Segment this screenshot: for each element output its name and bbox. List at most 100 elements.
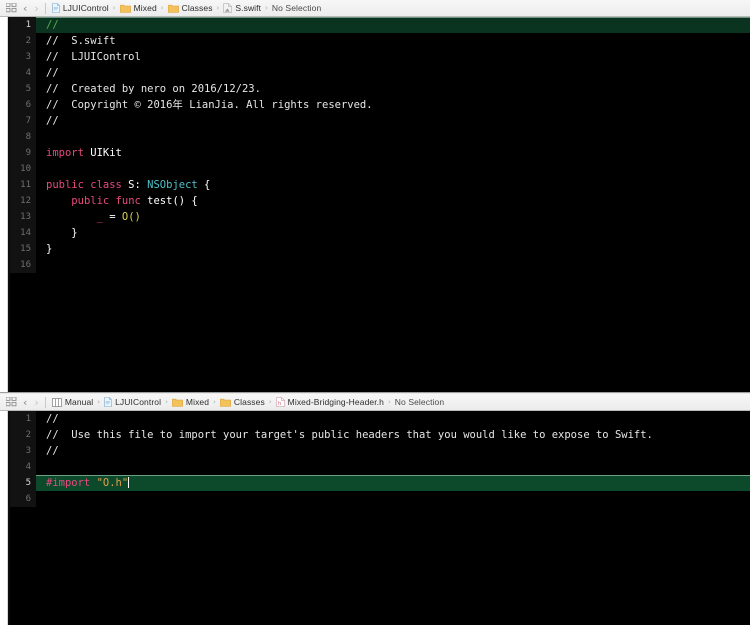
breadcrumb-item-label: Classes [234,397,265,407]
breadcrumb-item-classes[interactable]: Classes [167,3,214,13]
code-line[interactable]: 15} [10,241,750,257]
line-number: 11 [10,177,36,193]
code-token: public func [71,195,141,207]
code-line[interactable]: 6// Copyright © 2016年 LianJia. All right… [10,97,750,113]
code-line-text: // Use this file to import your target's… [36,427,653,443]
folder-icon [220,398,231,407]
line-number: 6 [10,491,36,507]
breadcrumb-item-label: S.swift [235,3,261,13]
code-token [46,195,71,207]
top-editor-left-rail[interactable] [0,17,8,392]
code-line[interactable]: 16 [10,257,750,273]
forward-arrow-icon[interactable]: › [33,397,39,408]
code-token: { [198,179,211,191]
code-token: } [46,227,78,239]
code-line[interactable]: 5#import "O.h" [10,475,750,491]
bottom-editor-pane: 1 // 2// Use this file to import your targ… [0,411,750,625]
code-line-text: } [36,241,52,257]
code-token: // [46,67,59,79]
code-line[interactable]: 5// Created by nero on 2016/12/23. [10,81,750,97]
code-line[interactable]: 4 [10,459,750,475]
breadcrumb-item-manual[interactable]: Manual [51,397,94,407]
line-number: 2 [10,427,36,443]
breadcrumb-item-no-selection[interactable]: No Selection [394,397,445,407]
breadcrumb-item-no-selection[interactable]: No Selection [271,3,322,13]
line-number: 12 [10,193,36,209]
breadcrumb-item-mixed[interactable]: Mixed [171,397,210,407]
code-line-text: // [36,443,59,459]
breadcrumb-chevron-icon: › [158,4,167,12]
line-number: 14 [10,225,36,241]
breadcrumb-chevron-icon: › [385,398,394,406]
code-line[interactable]: 9import UIKit [10,145,750,161]
line-number: 1 [10,411,36,427]
breadcrumb-item-ljuicontrol[interactable]: LJUIControl [51,3,110,13]
code-line[interactable]: 10 [10,161,750,177]
code-line-text: // [36,113,59,129]
folder-icon [168,4,179,13]
bottom-editor-left-rail[interactable] [0,411,8,625]
breadcrumb-item-ljuicontrol[interactable]: LJUIControl [103,397,162,407]
code-line[interactable]: 2// Use this file to import your target'… [10,427,750,443]
code-line[interactable]: 1// [10,17,750,33]
top-jump-bar[interactable]: ‹ › LJUIControl›Mixed›Classes›S.swift›No… [0,0,750,17]
jump-bar-divider [45,3,46,14]
code-line[interactable]: 12 public func test() { [10,193,750,209]
code-token [46,211,97,223]
breadcrumb-chevron-icon: › [262,4,271,12]
line-number: 4 [10,65,36,81]
breadcrumb-item-label: LJUIControl [63,3,109,13]
code-line[interactable]: 13 _ = O() [10,209,750,225]
code-token: test() { [141,195,198,207]
code-token: "O.h" [97,477,129,489]
code-line-text: } [36,225,78,241]
code-line-text: // Copyright © 2016年 LianJia. All rights… [36,97,373,113]
breadcrumb-item-label: Mixed-Bridging-Header.h [288,397,384,407]
code-line-text: // LJUIControl [36,49,141,65]
breadcrumb-item-s-swift[interactable]: S.swift [222,3,262,13]
line-number: 5 [10,475,36,491]
top-code-area[interactable]: 1//2 // S.swift 3// LJUIControl4 // 5// Crea… [10,17,750,392]
breadcrumb-item-classes[interactable]: Classes [219,397,266,407]
code-line[interactable]: 1 // [10,411,750,427]
current-line-edge [36,475,750,476]
code-line[interactable]: 3 // [10,443,750,459]
code-line[interactable]: 14 } [10,225,750,241]
breadcrumb-item-label: No Selection [395,397,444,407]
breadcrumb-item-label: LJUIControl [115,397,161,407]
code-token: // [46,445,59,457]
code-line-text: public func test() { [36,193,198,209]
related-items-grid-icon[interactable] [6,397,17,407]
bottom-breadcrumb: Manual›LJUIControl›Mixed›Classes›hMixed-… [51,397,750,407]
code-line[interactable]: 3// LJUIControl [10,49,750,65]
code-line-text: // Created by nero on 2016/12/23. [36,81,261,97]
code-line[interactable]: 11public class S: NSObject { [10,177,750,193]
bottom-code-area[interactable]: 1 // 2// Use this file to import your targ… [10,411,750,625]
code-line-text: // [36,17,59,33]
line-number: 15 [10,241,36,257]
code-token: // S.swift [46,35,116,47]
code-token: // [46,413,59,425]
breadcrumb-chevron-icon: › [110,4,119,12]
breadcrumb-item-mixed-bridging-header-h[interactable]: h Mixed-Bridging-Header.h [275,397,385,407]
line-number: 16 [10,257,36,273]
breadcrumb-item-mixed[interactable]: Mixed [119,3,158,13]
code-line[interactable]: 2 // S.swift [10,33,750,49]
code-line[interactable]: 8 [10,129,750,145]
code-line[interactable]: 6 [10,491,750,507]
line-number: 7 [10,113,36,129]
line-number: 2 [10,33,36,49]
line-number: 3 [10,443,36,459]
code-line[interactable]: 4 // [10,65,750,81]
back-arrow-icon[interactable]: ‹ [22,397,28,408]
code-line[interactable]: 7// [10,113,750,129]
code-line-text: public class S: NSObject { [36,177,210,193]
related-items-grid-icon[interactable] [6,3,17,13]
top-jump-bar-controls: ‹ › [6,3,40,14]
back-arrow-icon[interactable]: ‹ [22,3,28,14]
folder-icon [120,4,131,13]
forward-arrow-icon[interactable]: › [33,3,39,14]
bottom-jump-bar[interactable]: ‹ › Manual›LJUIControl›Mixed›Classes›hMi… [0,394,750,411]
svg-text:h: h [278,401,281,407]
xcode-window: ‹ › LJUIControl›Mixed›Classes›S.swift›No… [0,0,750,625]
